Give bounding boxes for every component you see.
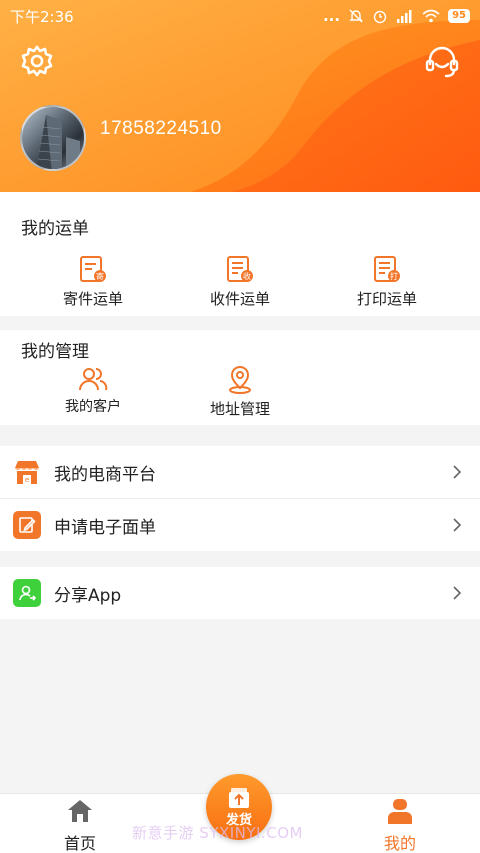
chevron-right-icon <box>453 465 462 479</box>
tab-home-label: 首页 <box>63 834 96 853</box>
tab-mine-label: 我的 <box>383 834 416 853</box>
customers-icon <box>79 368 108 391</box>
apply-e-waybill-row[interactable]: 申请电子面单 <box>0 499 480 551</box>
edit-form-icon <box>13 511 41 539</box>
svg-text:e: e <box>25 476 29 484</box>
print-waybill-item[interactable]: 打 打印运单 <box>327 254 447 309</box>
chevron-right-icon <box>453 518 462 532</box>
waybills-title: 我的运单 <box>21 219 89 239</box>
customers-item[interactable]: 我的客户 <box>33 366 153 416</box>
status-bar: 下午2:36 ... 95 <box>0 0 480 32</box>
battery-level: 95 <box>448 9 470 23</box>
management-title: 我的管理 <box>21 342 89 362</box>
management-card: 我的管理 我的客户 地址管理 <box>0 330 480 425</box>
upload-box-icon <box>229 787 249 808</box>
share-app-label: 分享App <box>54 585 122 606</box>
user-icon <box>388 799 412 824</box>
tab-mine[interactable]: 我的 <box>360 794 440 853</box>
send-waybill-icon: 寄 <box>80 256 106 282</box>
send-waybill-item[interactable]: 寄 寄件运单 <box>33 254 153 309</box>
avatar[interactable] <box>20 105 86 171</box>
print-waybill-label: 打印运单 <box>356 290 417 308</box>
address-management-label: 地址管理 <box>209 400 270 418</box>
gear-icon[interactable] <box>20 44 54 78</box>
customers-label: 我的客户 <box>65 399 121 415</box>
waybills-card: 我的运单 寄 寄件运单 收 收件运单 打 打印运单 <box>0 192 480 316</box>
print-waybill-icon: 打 <box>374 256 400 282</box>
share-user-icon <box>13 579 41 607</box>
send-waybill-label: 寄件运单 <box>62 290 123 308</box>
ecommerce-platform-label: 我的电商平台 <box>54 464 156 485</box>
more-dots-icon: ... <box>322 7 341 25</box>
receive-waybill-icon: 收 <box>227 256 253 282</box>
status-time: 下午2:36 <box>10 7 74 26</box>
receive-waybill-item[interactable]: 收 收件运单 <box>180 254 300 309</box>
svg-text:收: 收 <box>243 271 251 281</box>
location-pin-icon <box>229 366 251 394</box>
signal-icon <box>397 10 412 23</box>
share-app-row[interactable]: 分享App <box>0 567 480 619</box>
tab-home[interactable]: 首页 <box>40 794 120 853</box>
svg-text:寄: 寄 <box>96 271 104 281</box>
apply-e-waybill-label: 申请电子面单 <box>54 517 156 538</box>
chevron-right-icon <box>453 586 462 600</box>
receive-waybill-label: 收件运单 <box>209 290 270 308</box>
shop-icon: e <box>13 458 41 486</box>
user-phone[interactable]: 17858224510 <box>100 118 222 140</box>
home-icon <box>68 800 92 822</box>
watermark: 新意手游 SYXINYI.COM <box>132 824 303 842</box>
alarm-icon <box>373 10 387 24</box>
ecommerce-platform-row[interactable]: e 我的电商平台 <box>0 446 480 498</box>
status-icons: ... 95 <box>323 7 470 25</box>
svg-text:打: 打 <box>390 271 398 281</box>
mute-icon <box>349 9 363 23</box>
address-management-item[interactable]: 地址管理 <box>180 366 300 419</box>
headset-icon[interactable] <box>424 44 460 80</box>
wifi-icon <box>422 9 440 23</box>
